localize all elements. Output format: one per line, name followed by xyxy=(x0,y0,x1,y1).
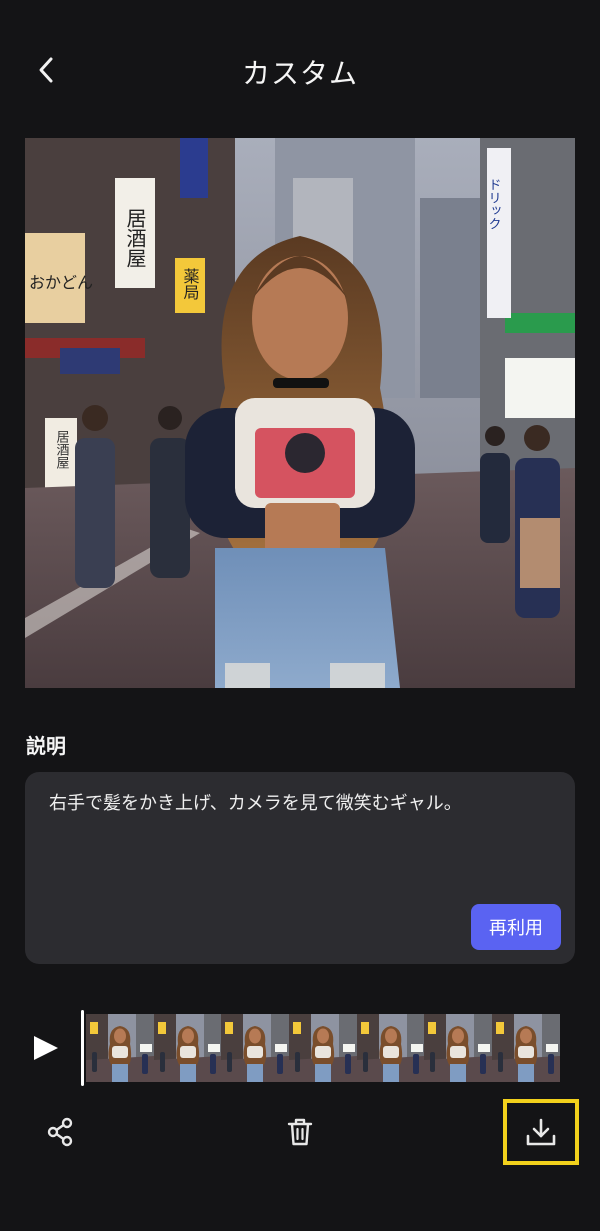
reuse-button[interactable]: 再利用 xyxy=(471,904,561,950)
timeline-frame xyxy=(86,1014,154,1082)
app-screen: カスタム 居酒屋 薬局 おかどん 居酒屋 ドリック 説明 右手で髪をかき上げ、カ… xyxy=(0,0,600,1231)
download-button[interactable] xyxy=(503,1099,579,1165)
sign-izakaya: 居酒屋 xyxy=(123,208,147,268)
sign-pharmacy: 薬局 xyxy=(181,268,200,301)
description-label: 説明 xyxy=(26,734,66,758)
description-box: 右手で髪をかき上げ、カメラを見て微笑むギャル。 再利用 xyxy=(25,772,575,964)
description-text: 右手で髪をかき上げ、カメラを見て微笑むギャル。 xyxy=(49,793,462,814)
trash-icon xyxy=(287,1118,313,1146)
street-photo: 居酒屋 薬局 おかどん 居酒屋 ドリック xyxy=(25,138,575,688)
timeline-frame xyxy=(492,1014,560,1082)
timeline-frame xyxy=(356,1014,425,1082)
delete-button[interactable] xyxy=(280,1112,320,1152)
playhead[interactable] xyxy=(81,1010,84,1086)
video-timeline[interactable] xyxy=(86,1014,560,1082)
timeline-frame xyxy=(289,1014,357,1082)
download-icon xyxy=(526,1118,556,1146)
timeline-frame xyxy=(424,1014,493,1082)
sign-izakaya-small: 居酒屋 xyxy=(54,430,70,470)
share-button[interactable] xyxy=(40,1112,80,1152)
header: カスタム xyxy=(0,0,600,140)
page-title: カスタム xyxy=(241,57,358,90)
generated-image[interactable]: 居酒屋 薬局 おかどん 居酒屋 ドリック xyxy=(25,138,575,688)
timeline-frame xyxy=(221,1014,290,1082)
share-icon xyxy=(47,1117,73,1147)
timeline-frame xyxy=(153,1014,222,1082)
sign-okadon: おかどん xyxy=(29,273,93,292)
play-icon xyxy=(34,1036,58,1060)
play-button[interactable] xyxy=(30,1030,62,1066)
sign-drug: ドリック xyxy=(486,178,501,230)
